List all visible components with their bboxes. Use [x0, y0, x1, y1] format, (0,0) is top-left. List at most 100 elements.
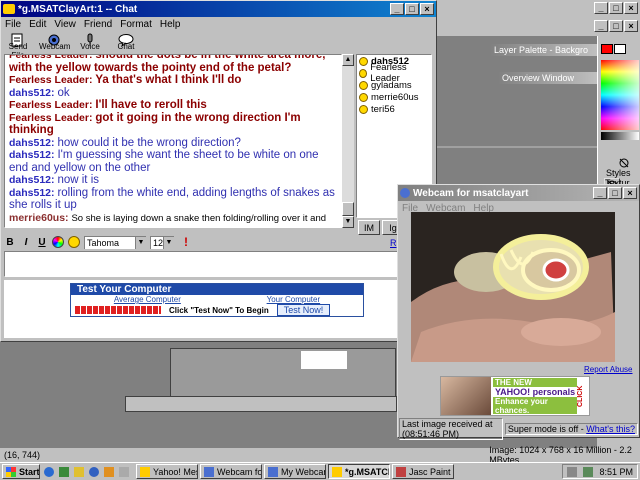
menu-edit[interactable]: Edit	[25, 19, 50, 30]
message-sender[interactable]: Fearless Leader	[9, 74, 89, 86]
bold-button[interactable]: B	[4, 237, 16, 248]
message-text: now it is	[57, 174, 99, 186]
message-sender[interactable]: Fearless Leader	[9, 99, 89, 111]
transcript-scrollbar[interactable]: ▲ ▼	[342, 54, 354, 228]
message-sender[interactable]: dahs512	[9, 174, 51, 186]
menu-help[interactable]: Help	[156, 19, 185, 30]
menu-view[interactable]: View	[50, 19, 80, 30]
ad-line1: THE NEW	[495, 378, 532, 387]
chat-maximize-button[interactable]: □	[405, 3, 419, 15]
yahoo-personals-ad[interactable]: THE NEW YAHOO! personals Enhance your ch…	[440, 376, 590, 416]
start-button[interactable]: Start	[2, 464, 40, 479]
message-sender[interactable]: dahs512	[9, 149, 51, 161]
chat-transcript[interactable]: Fearless Leader: should the dots be in t…	[4, 54, 342, 228]
texture-selector-icon[interactable]	[602, 156, 640, 172]
user-list-item[interactable]: merrie60us	[357, 91, 431, 103]
taskbar-button[interactable]: Jasc Paint Sh...	[392, 464, 454, 479]
doc-minimize-button[interactable]: _	[594, 20, 608, 32]
smiley-icon[interactable]	[68, 236, 80, 248]
doc-maximize-button[interactable]: □	[609, 20, 623, 32]
taskbar-button[interactable]: Webcam for ...	[200, 464, 262, 479]
user-list-item[interactable]: teri56	[357, 103, 431, 115]
message-sender[interactable]: merrie60us	[9, 212, 65, 224]
paint-close-button[interactable]: ×	[624, 2, 638, 14]
user-status-icon	[359, 92, 368, 102]
doc-close-button[interactable]: ×	[624, 20, 638, 32]
outlook-icon[interactable]	[74, 466, 84, 477]
test-computer-ad[interactable]: Test Your Computer Average Computer Your…	[70, 283, 364, 317]
message-sender[interactable]: Fearless Leader	[9, 112, 89, 124]
paint-minimize-button[interactable]: _	[594, 2, 608, 14]
user-list-item[interactable]: Fearless Leader	[357, 62, 431, 84]
volume-icon[interactable]	[567, 466, 578, 477]
network-icon[interactable]	[583, 466, 594, 477]
menu-format[interactable]: Format	[116, 19, 156, 30]
ie-icon[interactable]	[44, 466, 54, 477]
chat-message: Fearless Leader: Ya that's what I think …	[9, 74, 242, 86]
scroll-track[interactable]	[342, 66, 354, 216]
chat-message: dahs512: rolling from the white end, add…	[9, 186, 335, 212]
foreground-color-swatch[interactable]	[601, 44, 613, 54]
search-icon[interactable]	[119, 466, 129, 477]
color-spectrum[interactable]	[601, 60, 639, 130]
test-now-button[interactable]: Test Now!	[276, 304, 331, 316]
taskbar-button[interactable]: *g.MSATCl...	[328, 464, 390, 479]
message-sender[interactable]: dahs512	[9, 87, 51, 99]
webcam-image	[411, 212, 615, 362]
alert-icon[interactable]: !	[184, 235, 188, 249]
message-sender[interactable]: dahs512	[9, 187, 51, 199]
user-name: gyladams	[371, 79, 412, 91]
webcam-close-button[interactable]: ×	[623, 187, 637, 199]
background-color-swatch[interactable]	[614, 44, 626, 54]
scroll-up-button[interactable]: ▲	[342, 54, 354, 66]
chat-message: Fearless Leader: I'll have to reroll thi…	[9, 99, 207, 111]
font-size-select[interactable]: 12 ▼	[150, 235, 174, 249]
im-button[interactable]: IM	[358, 220, 380, 235]
taskbar-app-icon	[268, 466, 278, 477]
overview-window-title[interactable]: Overview Window	[498, 72, 598, 84]
webcam-titlebar[interactable]: Webcam for msatclayart _ □ ×	[398, 185, 639, 201]
menu-friend[interactable]: Friend	[80, 19, 116, 30]
taskbar-button[interactable]: Yahoo! Mess...	[136, 464, 198, 479]
clock[interactable]: 8:51 PM	[599, 467, 633, 477]
ad-line3: Enhance your chances.	[495, 397, 548, 415]
report-abuse-link[interactable]: Report Abuse	[584, 365, 632, 374]
whats-this-link[interactable]: What's this?	[586, 424, 635, 434]
desktop-icon[interactable]	[59, 466, 69, 477]
font-name-value: Tahoma	[87, 237, 120, 248]
ad-click: CLICK	[577, 378, 588, 414]
user-status-icon	[359, 68, 368, 78]
message-list: Fearless Leader: should the dots be in t…	[9, 55, 337, 227]
font-name-select[interactable]: Tahoma ▼	[84, 235, 146, 249]
menu-file[interactable]: File	[1, 19, 25, 30]
chat-minimize-button[interactable]: _	[390, 3, 404, 15]
webcam-maximize-button[interactable]: □	[608, 187, 622, 199]
layer-palette-title[interactable]: Layer Palette - Backgro	[490, 44, 598, 56]
media-player-icon[interactable]	[104, 466, 114, 477]
underline-button[interactable]: U	[36, 237, 48, 248]
taskbar-app-icon	[140, 466, 150, 477]
start-label: Start	[19, 466, 40, 477]
messenger-icon[interactable]	[89, 466, 99, 477]
user-name: teri56	[371, 103, 395, 115]
paint-title-controls: _ □ ×	[437, 0, 640, 16]
chat-titlebar[interactable]: *g.MSATClayArt:1 -- Chat _ □ ×	[1, 1, 436, 17]
message-text: ok	[57, 86, 70, 99]
message-sender[interactable]: Fearless Leader	[9, 55, 89, 61]
color-picker-icon[interactable]	[52, 236, 64, 248]
chat-close-button[interactable]: ×	[420, 3, 434, 15]
webcam-minimize-button[interactable]: _	[593, 187, 607, 199]
scroll-down-button[interactable]: ▼	[342, 216, 354, 228]
message-text: Ya that's what I think I'll do	[95, 74, 242, 86]
scroll-thumb[interactable]	[342, 202, 354, 216]
italic-button[interactable]: I	[20, 237, 32, 248]
taskbar-button[interactable]: My Webcam (...	[264, 464, 326, 479]
webcam-window-title: Webcam for msatclayart	[413, 187, 529, 199]
taskbar-app-icon	[396, 466, 406, 477]
super-mode-text: Super mode is off -	[507, 424, 587, 434]
message-sender[interactable]: dahs512	[9, 137, 51, 149]
paint-maximize-button[interactable]: □	[609, 2, 623, 14]
message-input[interactable]	[4, 251, 436, 277]
last-image-status: Last image received at (08:51:46 PM)	[399, 418, 503, 440]
grayscale-strip[interactable]	[601, 132, 639, 140]
